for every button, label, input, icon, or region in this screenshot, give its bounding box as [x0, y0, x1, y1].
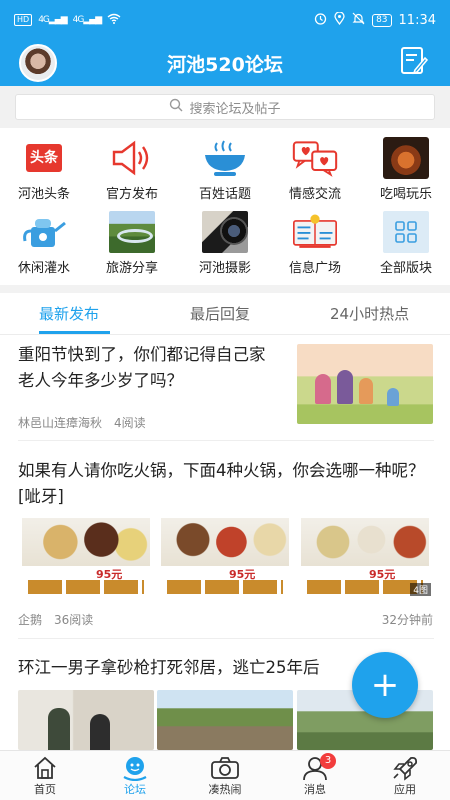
post-image-2[interactable]	[157, 690, 293, 750]
post-image-3[interactable]: 95元 4图	[297, 516, 433, 598]
forum-icon	[100, 755, 170, 781]
search-input[interactable]: 搜索论坛及帖子	[15, 94, 435, 120]
post-reads: 36阅读	[54, 613, 94, 627]
post-reads: 4阅读	[114, 416, 146, 430]
signal-icon-2: 4G▂▄▆	[72, 15, 102, 25]
category-grid: 头条 河池头条 官方发布 百姓话题 情感交流 吃喝玩乐 休闲灌水 旅游分享 河池…	[0, 132, 450, 280]
rocket-icon	[370, 755, 440, 781]
search-bar: 搜索论坛及帖子	[0, 86, 450, 128]
image-count-badge: 4图	[410, 583, 431, 596]
battery-indicator: 83	[372, 13, 392, 27]
post-author: 企鹅	[18, 613, 43, 627]
post-author: 林邑山连瘴海秋	[18, 416, 103, 430]
category-headline[interactable]: 头条 河池头条	[4, 138, 84, 202]
post-image-2[interactable]: 95元	[157, 516, 293, 598]
post-tabs: 最新发布 最后回复 24小时热点	[0, 293, 450, 335]
location-icon	[334, 10, 345, 29]
category-travel[interactable]: 旅游分享	[92, 211, 172, 276]
heart-chat-icon	[292, 138, 338, 178]
post-separator	[18, 638, 434, 639]
info-board-icon	[292, 212, 338, 252]
post-item[interactable]: 如果有人请你吃火锅，下面4种火锅，你会选哪一种呢？[呲牙]	[18, 458, 434, 510]
alarm-icon	[314, 12, 327, 29]
active-tab-indicator	[39, 331, 110, 334]
food-icon	[383, 137, 429, 179]
post-image-1[interactable]: 95元	[18, 516, 154, 598]
category-official[interactable]: 官方发布	[92, 138, 172, 202]
megaphone-icon	[109, 138, 155, 178]
app-title: 河池520论坛	[167, 54, 283, 76]
edit-icon[interactable]	[400, 46, 429, 76]
post-time: 32分钟前	[381, 613, 433, 627]
clock: 11:34	[398, 12, 436, 28]
section-divider	[0, 285, 450, 293]
camera-icon	[190, 755, 260, 781]
grid-icon	[383, 211, 429, 253]
mute-icon	[352, 12, 365, 29]
tab-last-reply[interactable]: 最后回复	[190, 303, 250, 324]
user-message-icon	[280, 755, 350, 781]
category-topics[interactable]: 百姓话题	[185, 138, 265, 202]
nav-apps[interactable]: 应用	[370, 755, 440, 797]
category-info[interactable]: 信息广场	[275, 212, 355, 276]
search-placeholder: 搜索论坛及帖子	[189, 101, 281, 117]
post-image-1[interactable]	[18, 690, 154, 750]
hd-indicator: HD	[14, 14, 33, 26]
landscape-icon	[109, 211, 155, 253]
nav-home[interactable]: 首页	[10, 755, 80, 797]
bottom-nav: 首页 论坛 凑热闹 3 消息 应用	[0, 750, 450, 800]
app-header: 河池520论坛	[0, 40, 450, 86]
new-post-button[interactable]: +	[352, 652, 418, 718]
home-icon	[10, 755, 80, 781]
tab-latest[interactable]: 最新发布	[39, 303, 99, 324]
post-title: 重阳节快到了，你们都记得自己家老人今年多少岁了吗？	[18, 345, 266, 390]
category-emotion[interactable]: 情感交流	[275, 138, 355, 202]
category-leisure[interactable]: 休闲灌水	[4, 212, 84, 276]
watering-can-icon	[21, 212, 67, 252]
camera-lens-icon	[202, 211, 248, 253]
wifi-icon	[107, 13, 121, 27]
category-photography[interactable]: 河池摄影	[185, 211, 265, 276]
category-all[interactable]: 全部版块	[366, 211, 446, 276]
nav-forum[interactable]: 论坛	[100, 755, 170, 797]
category-food[interactable]: 吃喝玩乐	[366, 137, 446, 202]
signal-icon: 4G▂▄▆	[38, 15, 67, 25]
post-thumbnail[interactable]	[297, 344, 433, 424]
nav-camera[interactable]: 凑热闹	[190, 755, 260, 797]
bowl-icon	[202, 138, 248, 178]
nav-messages[interactable]: 3 消息	[280, 753, 350, 797]
post-separator	[18, 440, 434, 441]
headline-icon: 头条	[21, 138, 67, 178]
post-meta: 企鹅 36阅读	[18, 611, 93, 628]
tab-24h-hot[interactable]: 24小时热点	[330, 303, 409, 324]
message-badge: 3	[320, 753, 336, 769]
search-icon	[169, 98, 183, 116]
post-title: 如果有人请你吃火锅，下面4种火锅，你会选哪一种呢？[呲牙]	[18, 461, 425, 506]
status-bar: HD 4G▂▄▆ 4G▂▄▆ 83 11:34	[0, 0, 450, 40]
post-title: 环江一男子拿砂枪打死邻居，逃亡25年后	[18, 658, 320, 677]
